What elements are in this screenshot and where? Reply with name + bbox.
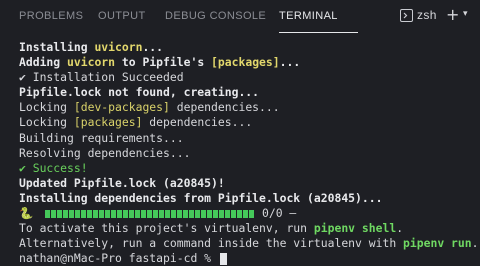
- terminal-line: Alternatively, run a command inside the …: [19, 236, 479, 251]
- terminal-icon: [400, 8, 413, 22]
- tab-output[interactable]: OUTPUT: [98, 10, 146, 22]
- shell-prompt[interactable]: nathan@nMac-Pro fastapi-cd %: [19, 251, 477, 266]
- chevron-down-icon[interactable]: ▾: [463, 9, 468, 19]
- snake-icon: 🐍: [19, 206, 34, 221]
- progress-line: 🐍 0/0 —: [19, 206, 477, 221]
- terminal-selector[interactable]: zsh: [400, 8, 437, 22]
- progress-count: 0/0 —: [262, 206, 297, 221]
- terminal-line: ✔ Installation Succeeded: [19, 70, 184, 85]
- prompt-text: nathan@nMac-Pro fastapi-cd %: [19, 251, 218, 266]
- tab-debug-console[interactable]: DEBUG CONSOLE: [165, 10, 266, 22]
- terminal-shell-label: zsh: [417, 8, 437, 22]
- terminal-panel: PROBLEMS OUTPUT DEBUG CONSOLE TERMINAL z…: [0, 0, 480, 265]
- terminal-line: Pipfile.lock not found, creating...: [19, 85, 260, 100]
- terminal-line: Building requirements...: [19, 130, 184, 145]
- terminal-line: Locking [dev-packages] dependencies...: [19, 100, 280, 115]
- plus-icon[interactable]: +: [446, 7, 460, 23]
- progress-bar-fill: [45, 209, 254, 218]
- terminal-line: ✔ Success!: [19, 160, 88, 175]
- tab-terminal[interactable]: TERMINAL: [279, 10, 338, 22]
- tab-problems[interactable]: PROBLEMS: [19, 10, 83, 22]
- terminal-line: Adding uvicorn to Pipfile's [packages]..…: [19, 55, 301, 70]
- active-tab-indicator: [279, 32, 358, 33]
- panel-tab-bar: PROBLEMS OUTPUT DEBUG CONSOLE TERMINAL z…: [0, 0, 480, 34]
- terminal-line: Installing uvicorn...: [19, 40, 164, 54]
- terminal-line: Locking [packages] dependencies...: [19, 115, 253, 130]
- terminal-line: Resolving dependencies...: [19, 145, 191, 160]
- terminal-output[interactable]: Installing uvicorn... Adding uvicorn to …: [19, 40, 479, 266]
- text-cursor: [219, 252, 227, 265]
- terminal-line: To activate this project's virtualenv, r…: [19, 221, 404, 236]
- progress-bar: [45, 209, 254, 218]
- terminal-line: Updated Pipfile.lock (a20845)!: [19, 175, 225, 190]
- terminal-line: Installing dependencies from Pipfile.loc…: [19, 190, 383, 205]
